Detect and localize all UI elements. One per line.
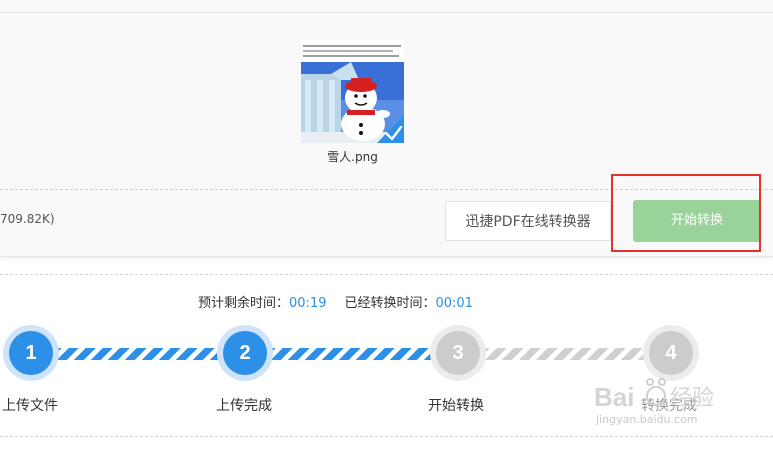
converter-name-box: 迅捷PDF在线转换器 [445, 201, 611, 241]
selected-check-icon [377, 115, 404, 143]
progress-top-divider [0, 274, 773, 275]
remaining-time-value: 00:19 [289, 296, 327, 311]
remaining-time-label: 预计剩余时间： [198, 296, 290, 311]
step-1-label: 上传文件 [2, 398, 58, 414]
step-2-label: 上传完成 [216, 398, 272, 414]
step-2-circle: 2 [223, 331, 267, 375]
step-3-circle: 3 [436, 331, 480, 375]
progress-track-2-3 [266, 348, 452, 360]
step-3-label: 开始转换 [428, 398, 484, 414]
highlight-annotation-box [611, 174, 761, 252]
file-size: 709.82K) [0, 212, 55, 226]
step-4-label: 转换完成 [641, 398, 697, 414]
svg-text:Bai: Bai [594, 382, 634, 412]
progress-track-1-2 [52, 348, 236, 360]
progress-bottom-divider [0, 436, 773, 437]
elapsed-time-value: 00:01 [435, 296, 473, 311]
step-1-circle: 1 [9, 331, 53, 375]
card-top-divider [0, 12, 773, 13]
progress-track-3-4 [480, 348, 666, 360]
elapsed-time-label: 已经转换时间： [344, 296, 436, 311]
file-name: 雪人.png [327, 150, 378, 164]
timer-row: 预计剩余时间：00:19 已经转换时间：00:01 [198, 292, 473, 311]
watermark-url: jingyan.baidu.com [596, 413, 698, 426]
step-4-circle: 4 [649, 331, 693, 375]
